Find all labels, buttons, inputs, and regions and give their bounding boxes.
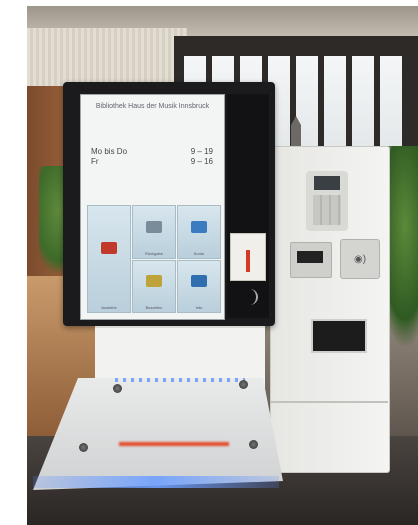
info-icon (191, 275, 207, 288)
contactless-reader[interactable]: ◉) (340, 239, 380, 279)
screw (239, 380, 248, 389)
screw (79, 443, 88, 452)
hours-time: 9 – 16 (190, 157, 213, 166)
tile-label: Bezahlen (145, 305, 163, 310)
screen-title: Bibliothek Haus der Musik Innsbruck (95, 103, 210, 110)
payment-icon (146, 275, 162, 288)
return-icon (146, 220, 162, 233)
tray-led-strip (115, 378, 245, 382)
ceiling-panel (27, 28, 187, 88)
hours-time: 9 – 19 (190, 147, 213, 156)
screw (113, 384, 122, 393)
tile-label: Info (195, 305, 203, 310)
tile-info[interactable]: Info (177, 260, 221, 313)
hours-days: Fr (91, 157, 99, 166)
tray-red-light (119, 442, 229, 446)
tile-label: Rückgabe (144, 251, 163, 256)
kiosk-photo: ◉) Bibliothek Haus der Musik Innsbruck M… (27, 6, 418, 525)
tap-sticker (230, 233, 266, 281)
tile-label: Ausleihe (101, 305, 117, 310)
account-icon (191, 220, 207, 233)
kiosk-screen: Bibliothek Haus der Musik Innsbruck Mo b… (80, 94, 225, 320)
card-slot-opening (297, 251, 323, 263)
tile-rueckgabe[interactable]: Rückgabe (132, 205, 176, 259)
opening-hours: Mo bis Do 9 – 19 Fr 9 – 16 (91, 147, 213, 167)
contactless-icon: ◉) (353, 253, 367, 265)
tap-indicator (246, 250, 250, 272)
books-icon (101, 242, 117, 255)
tile-label: Konto (193, 251, 205, 256)
terminal-seam (270, 401, 388, 403)
hours-row: Mo bis Do 9 – 19 (91, 147, 213, 157)
menu-tiles: Ausleihe Rückgabe Konto Bezahlen Info (87, 205, 221, 313)
pin-pad-display (314, 176, 340, 190)
tile-bezahlen[interactable]: Bezahlen (132, 260, 176, 313)
hours-row: Fr 9 – 16 (91, 157, 213, 167)
screen-side-panel (227, 94, 269, 318)
pin-pad[interactable] (306, 171, 348, 231)
pin-pad-keys[interactable] (313, 195, 341, 225)
tile-konto[interactable]: Konto (177, 205, 221, 259)
card-slot[interactable] (290, 242, 332, 278)
tray-blue-glow (33, 476, 279, 488)
receipt-slot (311, 319, 367, 353)
tile-ausleihe[interactable]: Ausleihe (87, 205, 131, 313)
screw (249, 440, 258, 449)
hours-days: Mo bis Do (91, 147, 128, 156)
